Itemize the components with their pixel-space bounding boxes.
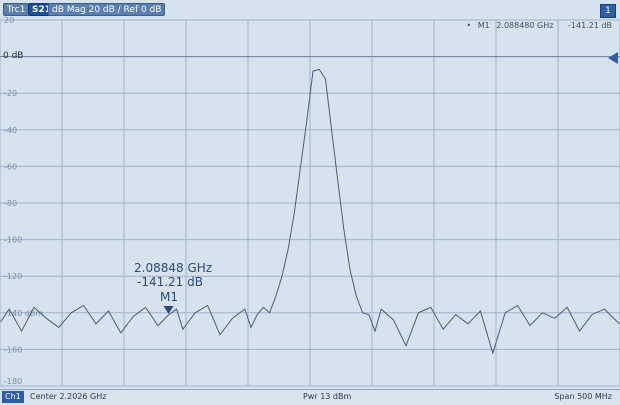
grid bbox=[0, 19, 620, 387]
window-number-badge[interactable]: 1 bbox=[600, 4, 616, 18]
marker-layer: 2.08848 GHz -141.21 dB M1 bbox=[134, 261, 212, 315]
y-tick-label: -40 bbox=[4, 126, 17, 135]
marker-annotation-value: -141.21 dB bbox=[137, 275, 203, 289]
marker-annotation-frequency: 2.08848 GHz bbox=[134, 261, 212, 275]
marker-readout-value: -141.21 dB bbox=[568, 21, 612, 30]
marker-bullet-icon: • bbox=[466, 21, 472, 30]
marker-readout-name: M1 bbox=[477, 21, 490, 30]
network-analyzer-display: 20 -20 -40 -60 -80 -100 -120 -140 dBm -160 -180 2… bbox=[0, 0, 620, 405]
center-frequency-label[interactable]: Center 2.2026 GHz bbox=[30, 392, 106, 401]
y-tick-label: -20 bbox=[4, 89, 17, 98]
span-label[interactable]: Span 500 MHz bbox=[554, 392, 612, 401]
y-tick-label: -80 bbox=[4, 199, 17, 208]
y-tick-label: 20 bbox=[4, 16, 14, 25]
y-tick-label: -100 bbox=[4, 236, 22, 245]
channel-chip[interactable]: Ch1 bbox=[2, 391, 24, 403]
format-scale-chip[interactable]: dB Mag 20 dB / Ref 0 dB bbox=[48, 3, 166, 16]
reference-level-label: 0 dB bbox=[3, 51, 24, 61]
y-tick-label: -160 bbox=[4, 345, 22, 354]
y-tick-label: -60 bbox=[4, 162, 17, 171]
y-tick-label: -180 bbox=[4, 377, 22, 386]
channel-status-bar: Ch1 Center 2.2026 GHz Pwr 13 dBm Span 50… bbox=[0, 389, 620, 405]
power-label[interactable]: Pwr 13 dBm bbox=[303, 392, 351, 401]
y-tick-label: -120 bbox=[4, 272, 22, 281]
marker-readout: • M1 2.088480 GHz -141.21 dB bbox=[463, 21, 613, 30]
trace-plot[interactable]: 20-20-40-60-80-100-120-140 dBm-160-180 2… bbox=[0, 0, 620, 405]
marker-annotation-name: M1 bbox=[160, 290, 178, 304]
y-tick-labels: 20-20-40-60-80-100-120-140 dBm-160-180 bbox=[4, 16, 43, 386]
marker-readout-frequency: 2.088480 GHz bbox=[496, 21, 554, 30]
trace-name-chip[interactable]: Trc1 bbox=[3, 3, 30, 16]
reference-arrow-icon[interactable] bbox=[608, 52, 618, 64]
